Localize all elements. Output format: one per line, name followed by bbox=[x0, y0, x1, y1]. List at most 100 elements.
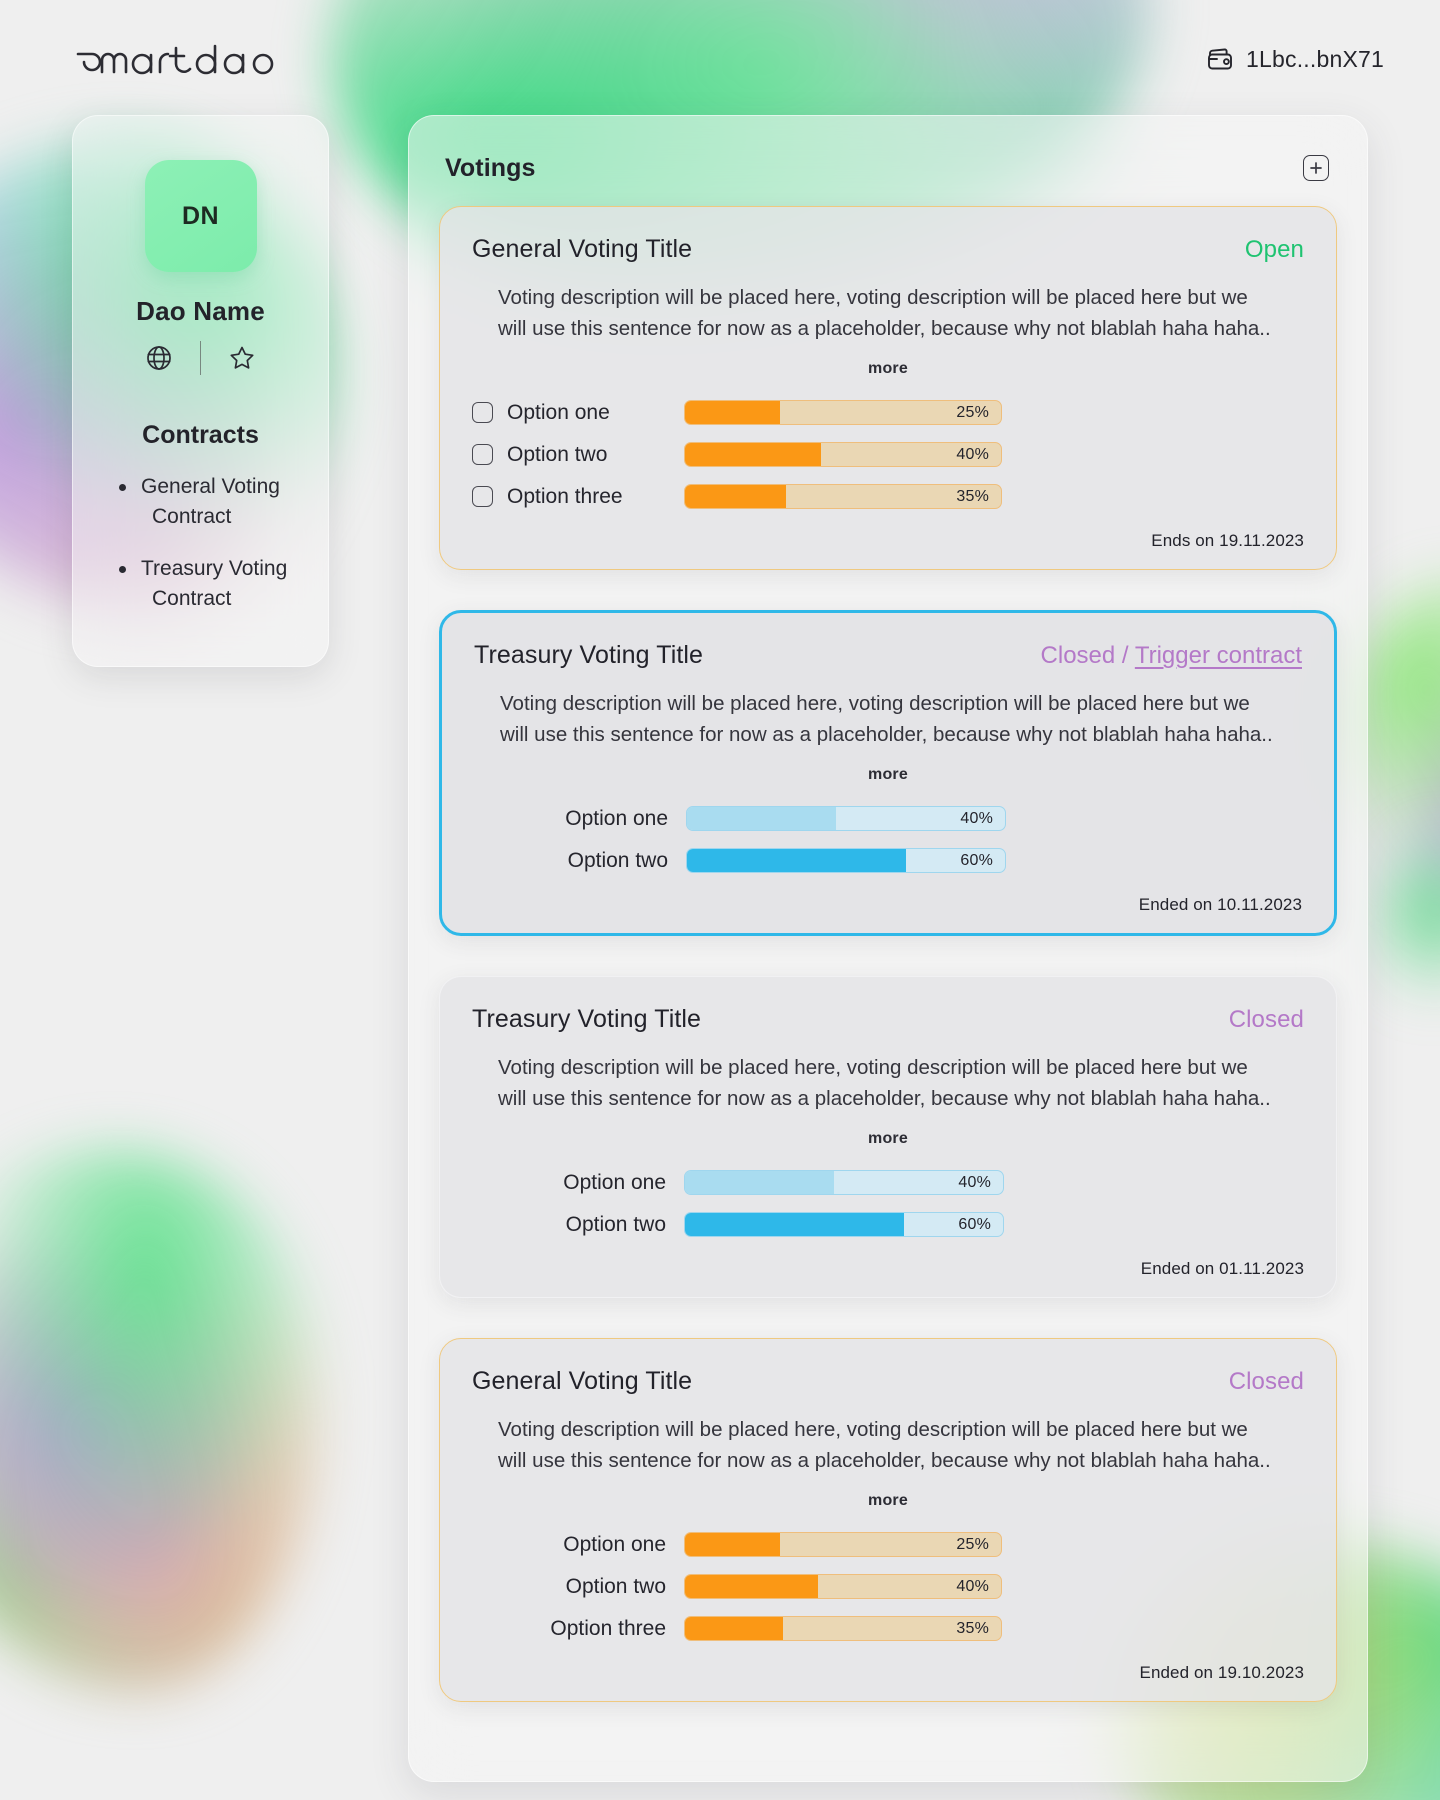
voting-card-header: Treasury Voting Title Closed bbox=[472, 1005, 1304, 1034]
option-progress-bar: 25% bbox=[684, 1532, 1002, 1557]
option-left: Option two bbox=[472, 1213, 684, 1237]
brand-logo[interactable] bbox=[72, 40, 282, 78]
voting-deadline: Ended on 01.11.2023 bbox=[1140, 1259, 1304, 1278]
add-voting-button[interactable] bbox=[1303, 155, 1329, 181]
option-progress-bar: 60% bbox=[686, 848, 1006, 873]
voting-deadline: Ended on 10.11.2023 bbox=[1138, 895, 1302, 914]
wallet-icon bbox=[1206, 46, 1234, 72]
status-badge: Open bbox=[1244, 236, 1304, 263]
option-left: Option one bbox=[472, 401, 684, 425]
voting-title: Treasury Voting Title bbox=[472, 1005, 702, 1033]
sidebar-item-treasury-voting-contract[interactable]: Treasury Voting Contract bbox=[119, 554, 294, 614]
option-label: Option one bbox=[563, 1532, 666, 1556]
app-root: 1Lbc...bnX71 DN Dao Name Contracts Gener… bbox=[0, 0, 1440, 1800]
status-text: Closed / bbox=[1040, 642, 1129, 669]
option-row: Option three 35% bbox=[472, 1616, 1304, 1641]
more-link[interactable]: more bbox=[472, 1130, 1304, 1148]
option-left: Option two bbox=[474, 849, 686, 873]
option-left: Option one bbox=[474, 807, 686, 831]
icon-divider bbox=[199, 341, 202, 375]
voting-title: General Voting Title bbox=[472, 235, 693, 263]
option-row[interactable]: Option one 25% bbox=[472, 400, 1304, 425]
voting-title: General Voting Title bbox=[472, 1367, 693, 1395]
trigger-contract-link[interactable]: Trigger contract bbox=[1135, 642, 1302, 669]
progress-fill bbox=[687, 849, 907, 872]
wallet-address: 1Lbc...bnX71 bbox=[1246, 45, 1384, 72]
background-blob-bottom-left bbox=[0, 1150, 320, 1690]
option-row: Option one 40% bbox=[474, 806, 1302, 831]
voting-deadline: Ends on 19.11.2023 bbox=[1151, 531, 1304, 550]
option-percent: 25% bbox=[956, 1535, 989, 1553]
sidebar: DN Dao Name Contracts General Voting Con… bbox=[72, 115, 329, 667]
option-row[interactable]: Option three 35% bbox=[472, 484, 1304, 509]
contract-label-line1: Treasury Voting bbox=[141, 557, 288, 580]
option-progress-bar: 60% bbox=[684, 1212, 1004, 1237]
option-percent: 40% bbox=[960, 809, 993, 827]
option-row: Option one 25% bbox=[472, 1532, 1304, 1557]
page-title: Votings bbox=[445, 153, 536, 182]
voting-card-header: General Voting Title Closed bbox=[472, 1367, 1304, 1396]
option-progress-bar: 40% bbox=[686, 806, 1006, 831]
voting-description: Voting description will be placed here, … bbox=[498, 1056, 1271, 1110]
progress-fill bbox=[685, 1533, 780, 1556]
wallet-chip[interactable]: 1Lbc...bnX71 bbox=[1206, 46, 1384, 73]
option-label: Option two bbox=[565, 1212, 666, 1236]
option-row[interactable]: Option two 40% bbox=[472, 442, 1304, 467]
contract-label-line1: General Voting bbox=[141, 475, 280, 498]
progress-fill bbox=[685, 401, 780, 424]
option-progress-bar: 40% bbox=[684, 1574, 1002, 1599]
option-percent: 25% bbox=[956, 403, 989, 421]
globe-icon[interactable] bbox=[144, 343, 174, 373]
option-row: Option one 40% bbox=[472, 1170, 1304, 1195]
voting-deadline: Ended on 19.10.2023 bbox=[1139, 1663, 1304, 1682]
option-checkbox[interactable] bbox=[472, 402, 493, 423]
option-percent: 35% bbox=[956, 487, 989, 505]
progress-fill bbox=[685, 485, 787, 508]
option-left: Option two bbox=[472, 1575, 684, 1599]
star-icon[interactable] bbox=[227, 343, 257, 373]
voting-options: Option one 25% Option two 40% Option thr… bbox=[472, 1532, 1304, 1641]
option-row: Option two 60% bbox=[472, 1212, 1304, 1237]
option-label: Option one bbox=[507, 400, 610, 424]
votings-header: Votings bbox=[439, 144, 1337, 188]
progress-fill bbox=[685, 1171, 835, 1194]
more-link[interactable]: more bbox=[474, 766, 1302, 784]
option-percent: 60% bbox=[958, 1215, 991, 1233]
more-link[interactable]: more bbox=[472, 1492, 1304, 1510]
option-left: Option two bbox=[472, 443, 684, 467]
option-row: Option two 60% bbox=[474, 848, 1302, 873]
dao-avatar: DN bbox=[144, 160, 257, 272]
option-percent: 40% bbox=[956, 445, 989, 463]
option-percent: 35% bbox=[956, 1619, 989, 1637]
progress-fill bbox=[685, 1575, 818, 1598]
option-label: Option three bbox=[550, 1616, 666, 1640]
option-percent: 60% bbox=[960, 851, 993, 869]
voting-description: Voting description will be placed here, … bbox=[498, 1418, 1271, 1472]
voting-card-header: Treasury Voting Title Closed / Trigger c… bbox=[474, 641, 1302, 670]
progress-fill bbox=[685, 443, 821, 466]
more-link[interactable]: more bbox=[472, 360, 1304, 378]
option-label: Option two bbox=[507, 442, 608, 466]
status-badge: Closed bbox=[1228, 1368, 1304, 1395]
contract-label-line2: Contract bbox=[152, 505, 232, 528]
voting-card[interactable]: Treasury Voting Title Closed Voting desc… bbox=[439, 976, 1337, 1298]
voting-card[interactable]: Treasury Voting Title Closed / Trigger c… bbox=[439, 610, 1337, 936]
dao-actions bbox=[144, 341, 258, 375]
contracts-list: General Voting Contract Treasury Voting … bbox=[73, 472, 328, 636]
option-percent: 40% bbox=[958, 1173, 991, 1191]
voting-description: Voting description will be placed here, … bbox=[500, 692, 1273, 746]
voting-options: Option one 40% Option two 60% bbox=[474, 806, 1302, 873]
option-left: Option one bbox=[472, 1171, 684, 1195]
contracts-heading: Contracts bbox=[142, 421, 259, 449]
voting-card[interactable]: General Voting Title Closed Voting descr… bbox=[439, 1338, 1337, 1702]
sidebar-item-general-voting-contract[interactable]: General Voting Contract bbox=[119, 472, 294, 532]
voting-card[interactable]: General Voting Title Open Voting descrip… bbox=[439, 206, 1337, 570]
option-checkbox[interactable] bbox=[472, 486, 493, 507]
option-checkbox[interactable] bbox=[472, 444, 493, 465]
option-row: Option two 40% bbox=[472, 1574, 1304, 1599]
voting-description: Voting description will be placed here, … bbox=[498, 286, 1271, 340]
option-progress-bar: 40% bbox=[684, 442, 1002, 467]
dao-name: Dao Name bbox=[136, 296, 265, 326]
option-left: Option three bbox=[472, 485, 684, 509]
option-progress-bar: 35% bbox=[684, 1616, 1002, 1641]
